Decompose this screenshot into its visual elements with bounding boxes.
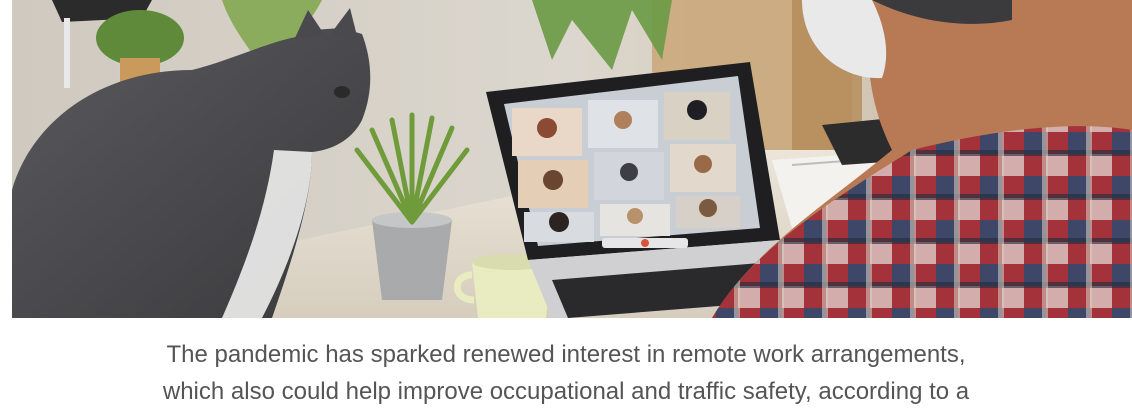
caption-line-2: which also could help improve occupation… <box>162 378 970 405</box>
photo-caption: The pandemic has sparked renewed interes… <box>0 336 1132 410</box>
page: The pandemic has sparked renewed interes… <box>0 0 1132 419</box>
video-call-grid <box>512 92 740 248</box>
home-office-video-call-photo <box>12 0 1132 318</box>
article-photo <box>12 0 1132 318</box>
caption-line-1: The pandemic has sparked renewed interes… <box>166 341 966 368</box>
